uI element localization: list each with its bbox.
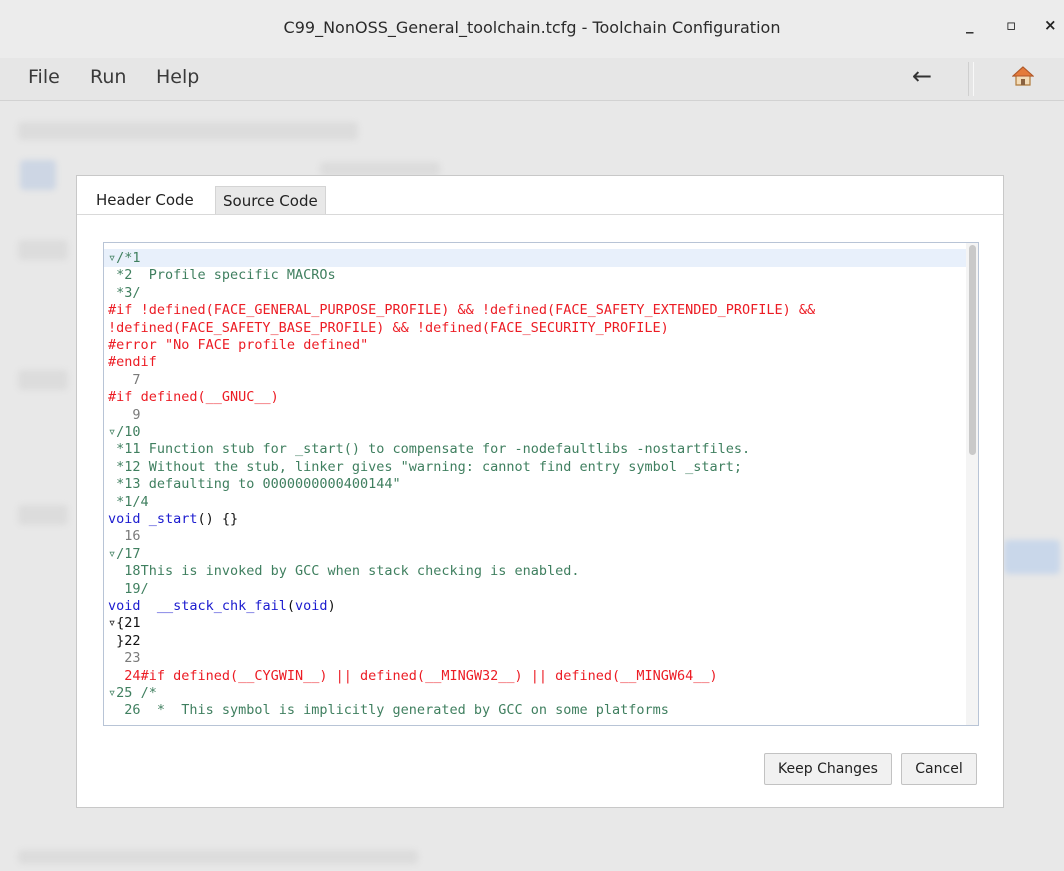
background-content	[1004, 540, 1060, 574]
code-line: ▿{21	[104, 614, 966, 632]
home-icon[interactable]	[1011, 66, 1035, 90]
maximize-button[interactable]: ▫	[1006, 16, 1016, 34]
line-number: ▿/*1	[108, 250, 141, 266]
line-number: #endif	[108, 354, 157, 371]
code-line: *2 Profile specific MACROs	[104, 266, 966, 284]
code-line: *12 Without the stub, linker gives "warn…	[104, 458, 966, 476]
code-line: 24 #if defined(__CYGWIN__) || defined(__M…	[104, 667, 966, 685]
line-text: Profile specific MACROs	[132, 267, 336, 284]
line-text: _start() {}	[140, 511, 239, 527]
code-line: ▿/*1	[104, 249, 966, 267]
line-text: * This symbol is implicitly generated by…	[140, 702, 669, 719]
code-line: 23	[104, 649, 966, 667]
code-line: void __stack_chk_fail(void)	[104, 597, 966, 615]
background-content	[18, 850, 418, 864]
window-title: C99_NonOSS_General_toolchain.tcfg - Tool…	[283, 18, 781, 37]
line-number: }22	[108, 632, 141, 649]
window-titlebar: C99_NonOSS_General_toolchain.tcfg - Tool…	[0, 0, 1064, 59]
vertical-scrollbar[interactable]	[966, 243, 978, 725]
background-content	[18, 240, 68, 260]
background-content	[18, 122, 358, 140]
background-content	[320, 162, 440, 176]
code-line: 16	[104, 527, 966, 545]
code-line: !defined(FACE_SAFETY_BASE_PROFILE) && !d…	[104, 319, 966, 337]
line-number: *1/4	[108, 493, 149, 510]
line-text: !defined(FACE_SAFETY_BASE_PROFILE) && !d…	[108, 319, 669, 336]
code-line: *1/4	[104, 493, 966, 511]
line-number: 23	[108, 650, 141, 667]
line-text: !defined(FACE_GENERAL_PURPOSE_PROFILE) &…	[132, 302, 816, 319]
code-line: #if defined(__GNUC__)	[104, 388, 966, 406]
code-line: }22	[104, 632, 966, 650]
code-line: *3/	[104, 284, 966, 302]
back-arrow-icon[interactable]: ←	[912, 62, 932, 90]
background-content	[20, 160, 56, 190]
line-number: 19/	[108, 580, 149, 597]
code-line: #error "No FACE profile defined"	[104, 336, 966, 354]
line-number: ▿/17	[108, 545, 141, 562]
cancel-button[interactable]: Cancel	[901, 753, 977, 785]
line-text: /*	[132, 685, 157, 701]
code-line: 7	[104, 371, 966, 389]
minimize-button[interactable]: _	[966, 16, 974, 34]
line-number: 7	[108, 371, 141, 388]
line-text: "No FACE profile defined"	[156, 337, 369, 353]
code-editor-dialog: Header Code Source Code ▿/*1 *2 Profile …	[76, 175, 1004, 808]
code-line: 18 This is invoked by GCC when stack chec…	[104, 562, 966, 580]
line-text: defined(__GNUC__)	[132, 389, 279, 406]
menu-run[interactable]: Run	[90, 66, 126, 88]
line-number: *3/	[108, 284, 141, 301]
tab-divider	[77, 214, 1003, 215]
line-text: __stack_chk_fail(void)	[140, 598, 336, 614]
code-line: 19/	[104, 580, 966, 598]
code-line: 26 * This symbol is implicitly generated…	[104, 701, 966, 719]
code-line: ▿25 /*	[104, 684, 966, 702]
menu-file[interactable]: File	[28, 66, 60, 88]
code-line: *13 defaulting to 0000000000400144"	[104, 475, 966, 493]
menu-help[interactable]: Help	[156, 66, 199, 88]
code-lines: ▿/*1 *2 Profile specific MACROs *3/#if !…	[104, 243, 966, 725]
line-number: #error	[108, 337, 157, 353]
close-button[interactable]: ×	[1044, 16, 1057, 34]
line-text: Function stub for _start() to compensate…	[140, 441, 751, 458]
line-text: defaulting to 0000000000400144"	[140, 476, 401, 493]
line-number: ▿/10	[108, 424, 141, 440]
code-line: #if !defined(FACE_GENERAL_PURPOSE_PROFIL…	[104, 301, 966, 319]
line-text: This is invoked by GCC when stack checki…	[140, 563, 580, 580]
keep-changes-button[interactable]: Keep Changes	[764, 753, 892, 785]
code-line: void _start() {}	[104, 510, 966, 528]
menubar: File Run Help ←	[0, 58, 1064, 101]
line-text: Without the stub, linker gives "warning:…	[140, 458, 743, 475]
line-text: #if defined(__CYGWIN__) || defined(__MIN…	[140, 667, 718, 684]
code-line: #endif	[104, 353, 966, 371]
toolbar-separator	[968, 62, 974, 96]
background-content	[18, 505, 68, 525]
code-line: ▿/17	[104, 545, 966, 563]
background-content	[18, 370, 68, 390]
code-line: *11 Function stub for _start() to compen…	[104, 440, 966, 458]
code-line: ▿/10	[104, 423, 966, 441]
line-number: 9	[108, 406, 141, 423]
line-number: ▿{21	[108, 615, 141, 632]
scrollbar-thumb[interactable]	[969, 245, 976, 455]
tab-header-code[interactable]: Header Code	[89, 186, 201, 214]
code-editor[interactable]: ▿/*1 *2 Profile specific MACROs *3/#if !…	[103, 242, 979, 726]
tab-source-code[interactable]: Source Code	[215, 186, 326, 215]
line-number: 16	[108, 528, 141, 545]
code-line: 9	[104, 406, 966, 424]
